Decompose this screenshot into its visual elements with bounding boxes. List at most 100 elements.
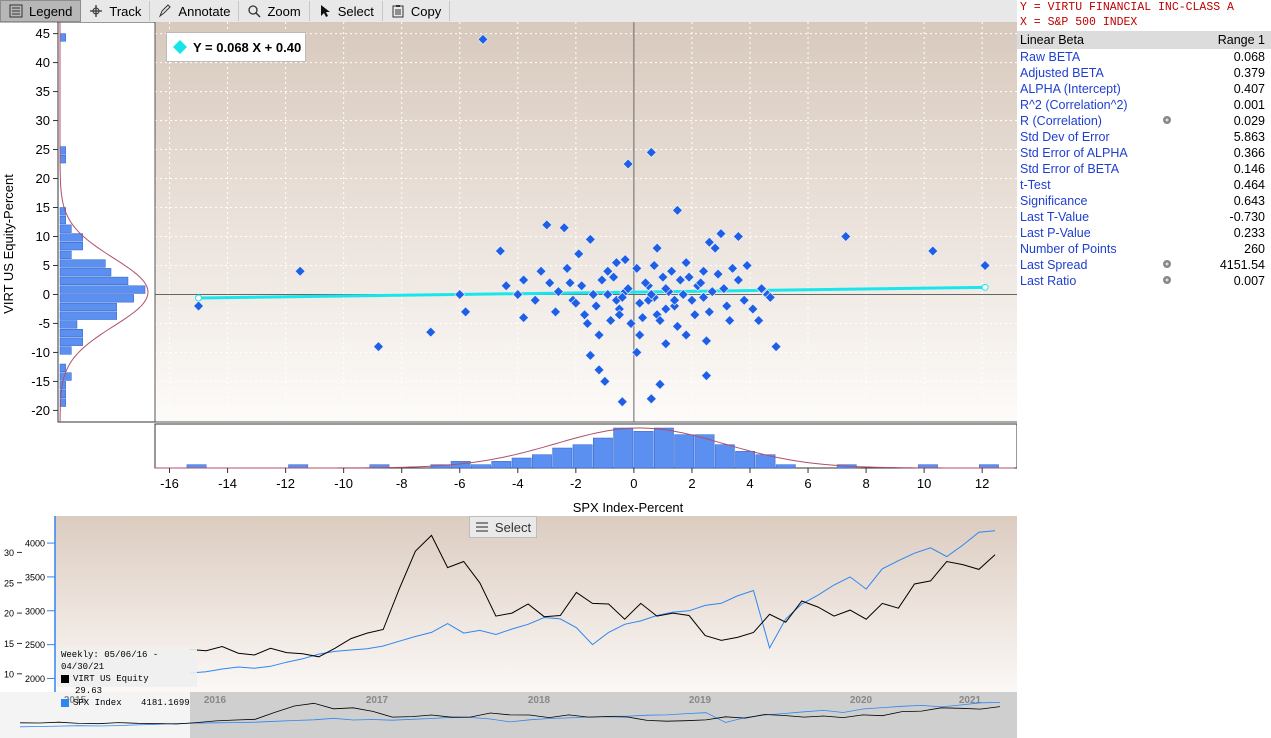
regression-stats-panel: Y = VIRTU FINANCIAL INC-CLASS A X = S&P …	[1017, 0, 1271, 300]
y-histogram-bar	[59, 268, 112, 277]
x-tick-label: -14	[218, 476, 237, 491]
stat-row: R (Correlation) 0.029	[1017, 113, 1271, 129]
toolbar-button-label: Annotate	[178, 3, 231, 19]
y-series-title: Y = VIRTU FINANCIAL INC-CLASS A	[1020, 1, 1234, 14]
select-button-label: Select	[494, 519, 532, 535]
stat-label: R^2 (Correlation^2)	[1020, 98, 1128, 112]
history-plot-area	[55, 516, 1017, 692]
plot-area	[155, 22, 1017, 422]
navigator-year-label: 2016	[204, 695, 227, 706]
y-histogram-bar	[59, 250, 72, 259]
x-tick-label: -8	[396, 476, 408, 491]
stat-value: -0.730	[1229, 210, 1265, 224]
toolbar-track-button[interactable]: Track	[81, 1, 151, 21]
right-y-tick-label: 4000	[25, 539, 45, 549]
info-icon[interactable]	[1162, 259, 1172, 269]
toolbar-legend-button[interactable]: Legend	[0, 0, 82, 22]
y-histogram-bar	[59, 346, 72, 355]
stat-label: Number of Points	[1020, 242, 1117, 256]
x-histogram-bar	[613, 427, 634, 469]
stat-row: R^2 (Correlation^2) 0.001	[1017, 97, 1271, 113]
stat-value: 0.029	[1233, 114, 1265, 128]
toolbar-button-label: Copy	[410, 3, 442, 19]
cursor-icon	[318, 4, 338, 18]
y-tick-label: -10	[31, 345, 50, 360]
x-axis-label: SPX Index-Percent	[573, 500, 684, 515]
y-histogram-bar	[59, 33, 66, 42]
stat-label: Adjusted BETA	[1020, 66, 1104, 80]
chart-toolbar: Legend Track Annotate Zoom Select Copy	[0, 0, 1017, 23]
crosshair-icon	[89, 4, 109, 18]
select-button[interactable]: Select	[469, 516, 537, 538]
stat-value: 0.007	[1233, 274, 1265, 288]
navigator-year-label: 2018	[528, 695, 551, 706]
y-histogram-bar	[59, 302, 117, 312]
x-tick-label: -12	[276, 476, 295, 491]
legend-icon	[9, 4, 29, 18]
toolbar-copy-button[interactable]: Copy	[383, 1, 451, 21]
toolbar-button-label: Select	[337, 3, 374, 19]
navigator-year-label: 2021	[959, 695, 982, 706]
x-histogram-bar	[471, 464, 491, 469]
y-histogram-bar	[59, 285, 146, 294]
legend-series-value: 29.63	[75, 686, 103, 696]
stat-label: ALPHA (Intercept)	[1020, 82, 1121, 96]
navigator-range-selection[interactable]	[190, 692, 1017, 738]
regression-equation: Y = 0.068 X + 0.40	[193, 39, 302, 55]
stat-value: 0.379	[1233, 66, 1265, 80]
stat-label: Significance	[1020, 194, 1088, 208]
stat-value: 5.863	[1233, 130, 1265, 144]
stat-value: 0.407	[1233, 82, 1265, 96]
stat-row: Std Error of BETA 0.146	[1017, 161, 1271, 177]
stats-header-label: Linear Beta	[1020, 33, 1084, 47]
info-icon[interactable]	[1162, 275, 1172, 285]
stat-row: Adjusted BETA 0.379	[1017, 65, 1271, 81]
stat-value: 0.146	[1233, 162, 1265, 176]
y-histogram-bar	[59, 155, 66, 164]
pencil-icon	[158, 4, 178, 18]
legend-series-name: SPX Index	[73, 698, 122, 708]
x-tick-label: -6	[454, 476, 466, 491]
stat-label: Last P-Value	[1020, 226, 1091, 240]
stat-row: ALPHA (Intercept) 0.407	[1017, 81, 1271, 97]
x-histogram-bar	[491, 461, 512, 469]
toolbar-annotate-button[interactable]: Annotate	[150, 1, 240, 21]
stat-value: 0.233	[1233, 226, 1265, 240]
y-tick-label: 35	[36, 84, 50, 99]
list-icon	[475, 522, 488, 532]
navigator-year-label: 2019	[689, 695, 712, 706]
stat-label: t-Test	[1020, 178, 1051, 192]
y-tick-label: 20	[36, 171, 50, 186]
y-histogram-bar	[59, 146, 66, 155]
legend-swatch	[61, 674, 69, 683]
y-histogram-bar	[59, 224, 72, 233]
stat-value: 0.366	[1233, 146, 1265, 160]
y-axis-label: VIRT US Equity-Percent	[1, 174, 16, 314]
x-tick-label: -2	[570, 476, 582, 491]
toolbar-zoom-button[interactable]: Zoom	[239, 1, 310, 21]
x-tick-label: 10	[917, 476, 931, 491]
x-histogram-bar	[593, 437, 613, 469]
navigator-year-label: 2017	[366, 695, 389, 706]
info-icon[interactable]	[1162, 115, 1172, 125]
x-histogram-bar	[653, 427, 674, 469]
stat-label: Std Error of BETA	[1020, 162, 1120, 176]
stat-value: 0.464	[1233, 178, 1265, 192]
stat-label: Std Dev of Error	[1020, 130, 1110, 144]
y-histogram-bar	[59, 242, 83, 251]
y-tick-label: -20	[31, 403, 50, 418]
left-y-tick-label: 20	[4, 609, 14, 619]
stat-value: 260	[1244, 242, 1265, 256]
stats-header-range[interactable]: Range 1	[1218, 33, 1265, 47]
x-tick-label: 12	[975, 476, 989, 491]
stat-row: Number of Points 260	[1017, 241, 1271, 257]
y-histogram-bar	[59, 215, 66, 225]
left-y-tick-label: 25	[4, 578, 14, 588]
y-tick-label: 15	[36, 200, 50, 215]
right-y-tick-label: 2000	[25, 674, 45, 684]
navigator-year-label: 2020	[850, 695, 873, 706]
stat-label: Last T-Value	[1020, 210, 1090, 224]
stat-row: Raw BETA 0.068	[1017, 49, 1271, 65]
right-y-tick-label: 3500	[25, 572, 45, 582]
toolbar-select-button[interactable]: Select	[310, 1, 383, 21]
